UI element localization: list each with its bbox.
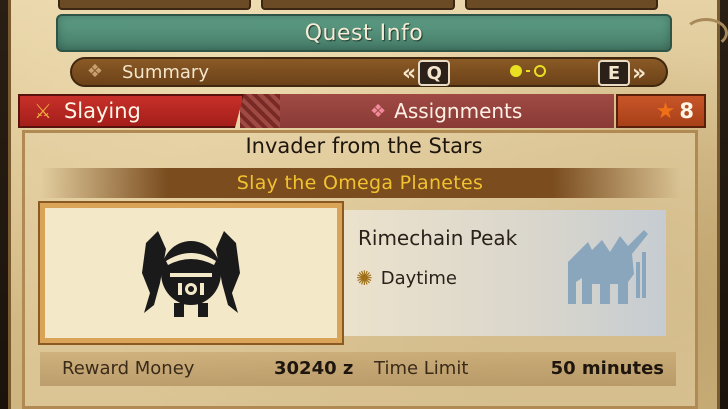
- summary-bar: ❖ Summary « Q E »: [70, 57, 668, 87]
- tab-divider-pattern: [240, 94, 280, 128]
- prev-key-button[interactable]: Q: [418, 60, 451, 86]
- rope-decoration: [684, 18, 728, 48]
- category-tab-strip: ❖ Assignments ⚔ Slaying ★ 8: [18, 94, 710, 128]
- reward-money-label: Reward Money: [62, 358, 195, 379]
- locale-card: Rimechain Peak ✺ Daytime: [344, 210, 666, 336]
- tab-assignments-label: Assignments: [394, 99, 523, 123]
- quest-objective: Slay the Omega Planetes: [236, 172, 484, 194]
- star-icon: ★: [655, 98, 676, 124]
- objective-banner: Slay the Omega Planetes: [40, 168, 680, 198]
- top-tab-row: [58, 0, 658, 10]
- omega-planetes-icon: [142, 231, 240, 317]
- quest-name: Invader from the Stars: [245, 134, 483, 158]
- monster-card: [40, 203, 342, 343]
- tab-assignments[interactable]: ❖ Assignments: [244, 94, 614, 128]
- page-dot-active: [510, 65, 522, 77]
- sun-icon: ✺: [356, 266, 373, 290]
- rimechain-peak-icon: [568, 230, 648, 304]
- assignments-icon: ❖: [370, 100, 387, 122]
- page-indicator: [510, 65, 546, 77]
- time-of-day-row: ✺ Daytime: [356, 266, 457, 290]
- sword-icon: ⚔: [34, 99, 52, 123]
- top-tab[interactable]: [58, 0, 252, 10]
- time-limit-value: 50 minutes: [550, 358, 664, 379]
- page-dot-connector: [526, 70, 530, 72]
- tab-slaying-label: Slaying: [63, 99, 141, 123]
- quest-rank-value: 8: [679, 99, 694, 123]
- next-key-button[interactable]: E: [598, 60, 630, 86]
- summary-label: Summary: [122, 61, 209, 83]
- reward-money-value: 30240 z: [274, 358, 354, 379]
- locale-name: Rimechain Peak: [358, 226, 518, 250]
- tab-slaying[interactable]: ⚔ Slaying: [18, 94, 244, 128]
- top-tab[interactable]: [261, 0, 455, 10]
- top-tab[interactable]: [464, 0, 658, 10]
- page-title: Quest Info: [304, 20, 424, 46]
- chevron-right-icon: »: [632, 60, 647, 86]
- next-page-control[interactable]: E »: [598, 59, 646, 87]
- book-icon: ❖: [86, 61, 104, 82]
- quest-info-header: Quest Info: [56, 14, 672, 52]
- time-limit-label: Time Limit: [374, 358, 469, 379]
- time-of-day-label: Daytime: [380, 267, 457, 289]
- page-dot-inactive: [534, 65, 546, 77]
- chevron-left-icon: «: [402, 60, 417, 86]
- quest-details-row: Reward Money 30240 z Time Limit 50 minut…: [40, 352, 676, 386]
- prev-page-control[interactable]: « Q: [402, 59, 451, 87]
- quest-rank-badge: ★ 8: [616, 94, 706, 128]
